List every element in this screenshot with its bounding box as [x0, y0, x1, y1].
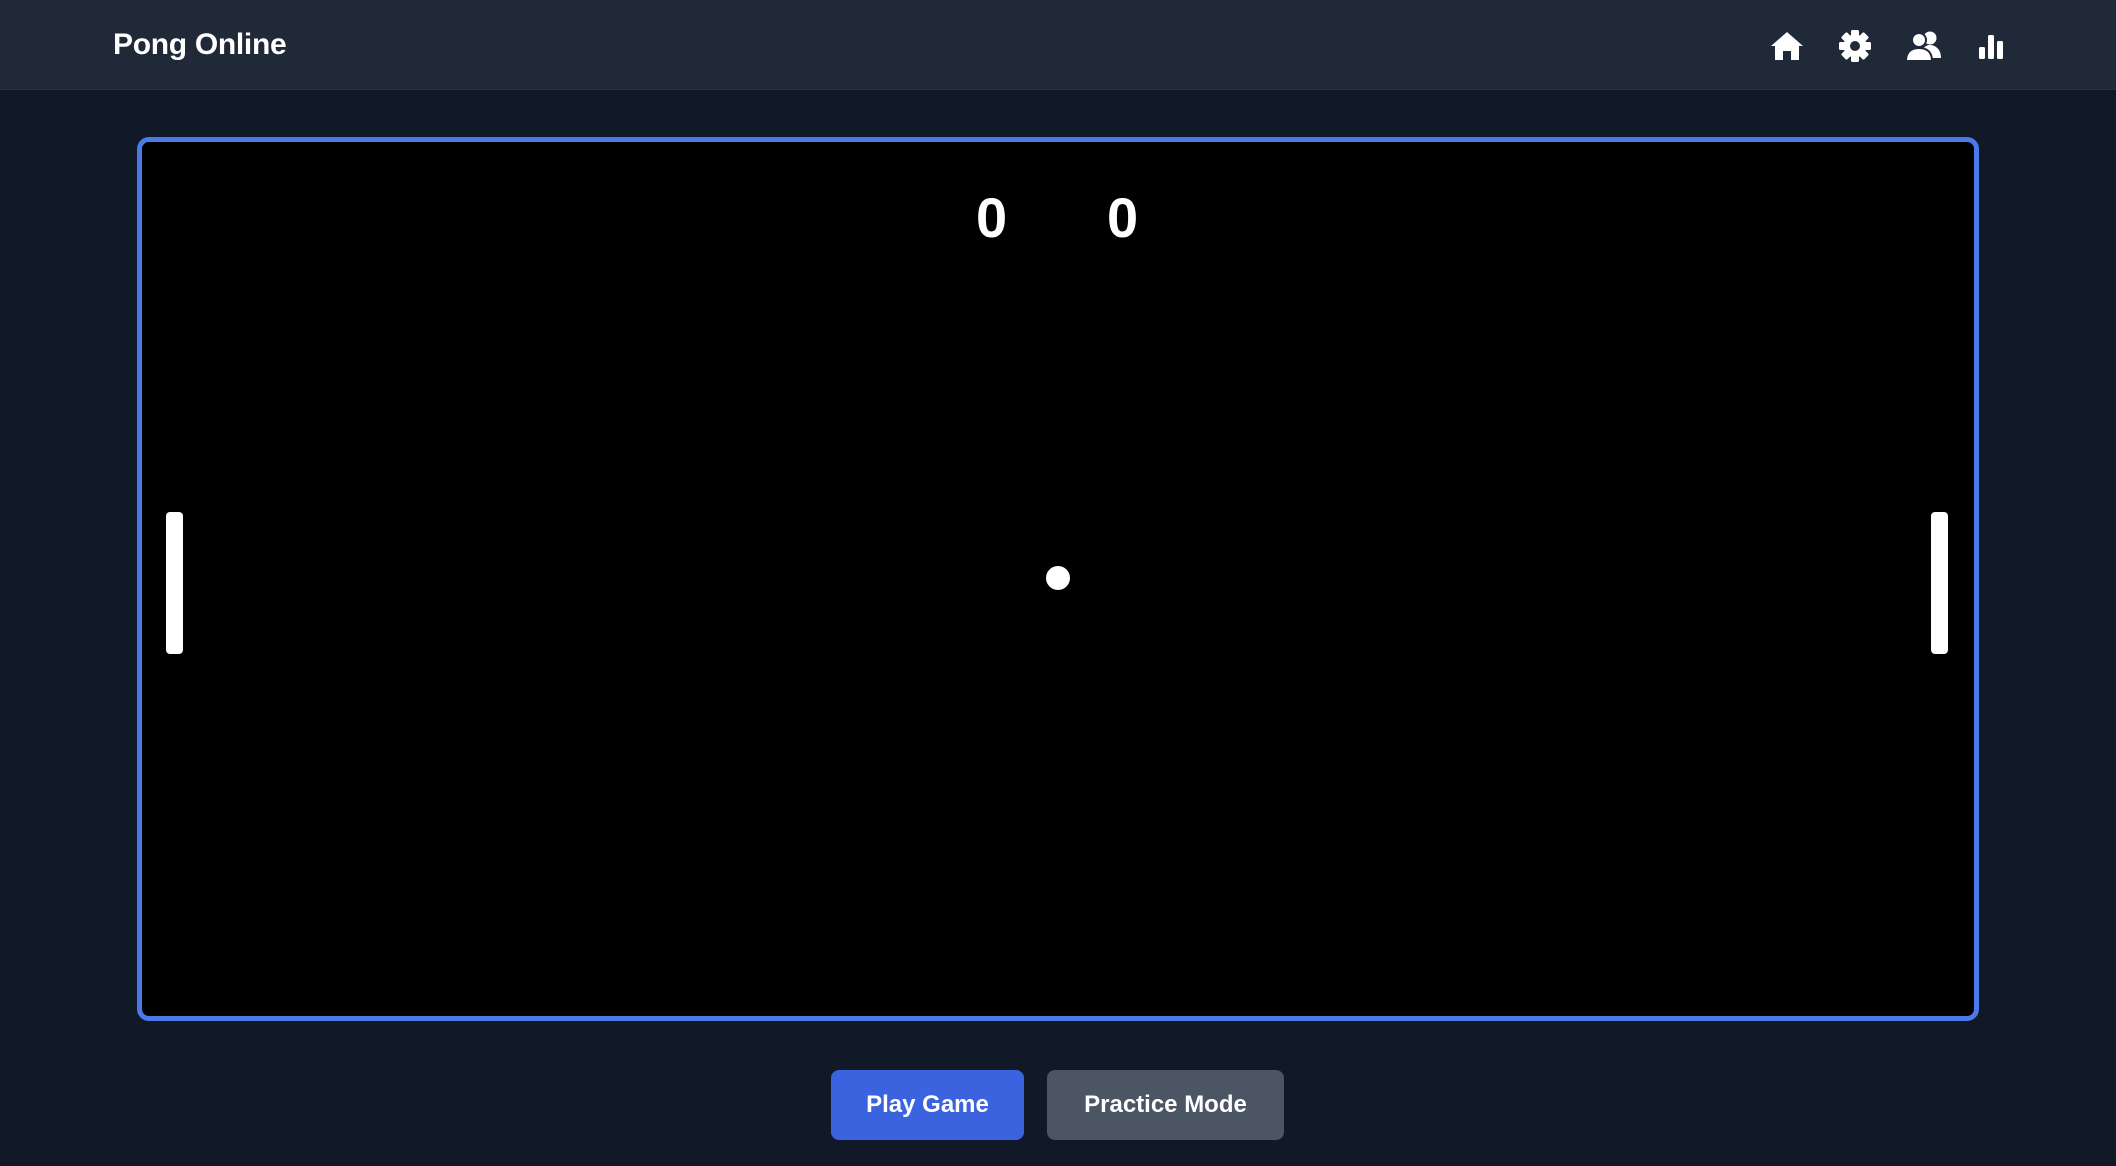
bar-chart-icon[interactable] [1972, 27, 2010, 65]
gear-icon[interactable] [1836, 27, 1874, 65]
play-game-button[interactable]: Play Game [831, 1070, 1024, 1140]
right-paddle [1931, 512, 1948, 654]
score-left: 0 [976, 186, 1008, 249]
top-navigation-bar: Pong Online [0, 0, 2116, 90]
practice-mode-button[interactable]: Practice Mode [1047, 1070, 1284, 1140]
home-icon[interactable] [1768, 27, 1806, 65]
left-paddle [166, 512, 183, 654]
users-icon[interactable] [1903, 27, 1945, 65]
app-title: Pong Online [113, 28, 287, 61]
score-right: 0 [1107, 186, 1139, 249]
ball [1046, 566, 1070, 590]
game-canvas[interactable]: 0 0 [137, 137, 1979, 1021]
